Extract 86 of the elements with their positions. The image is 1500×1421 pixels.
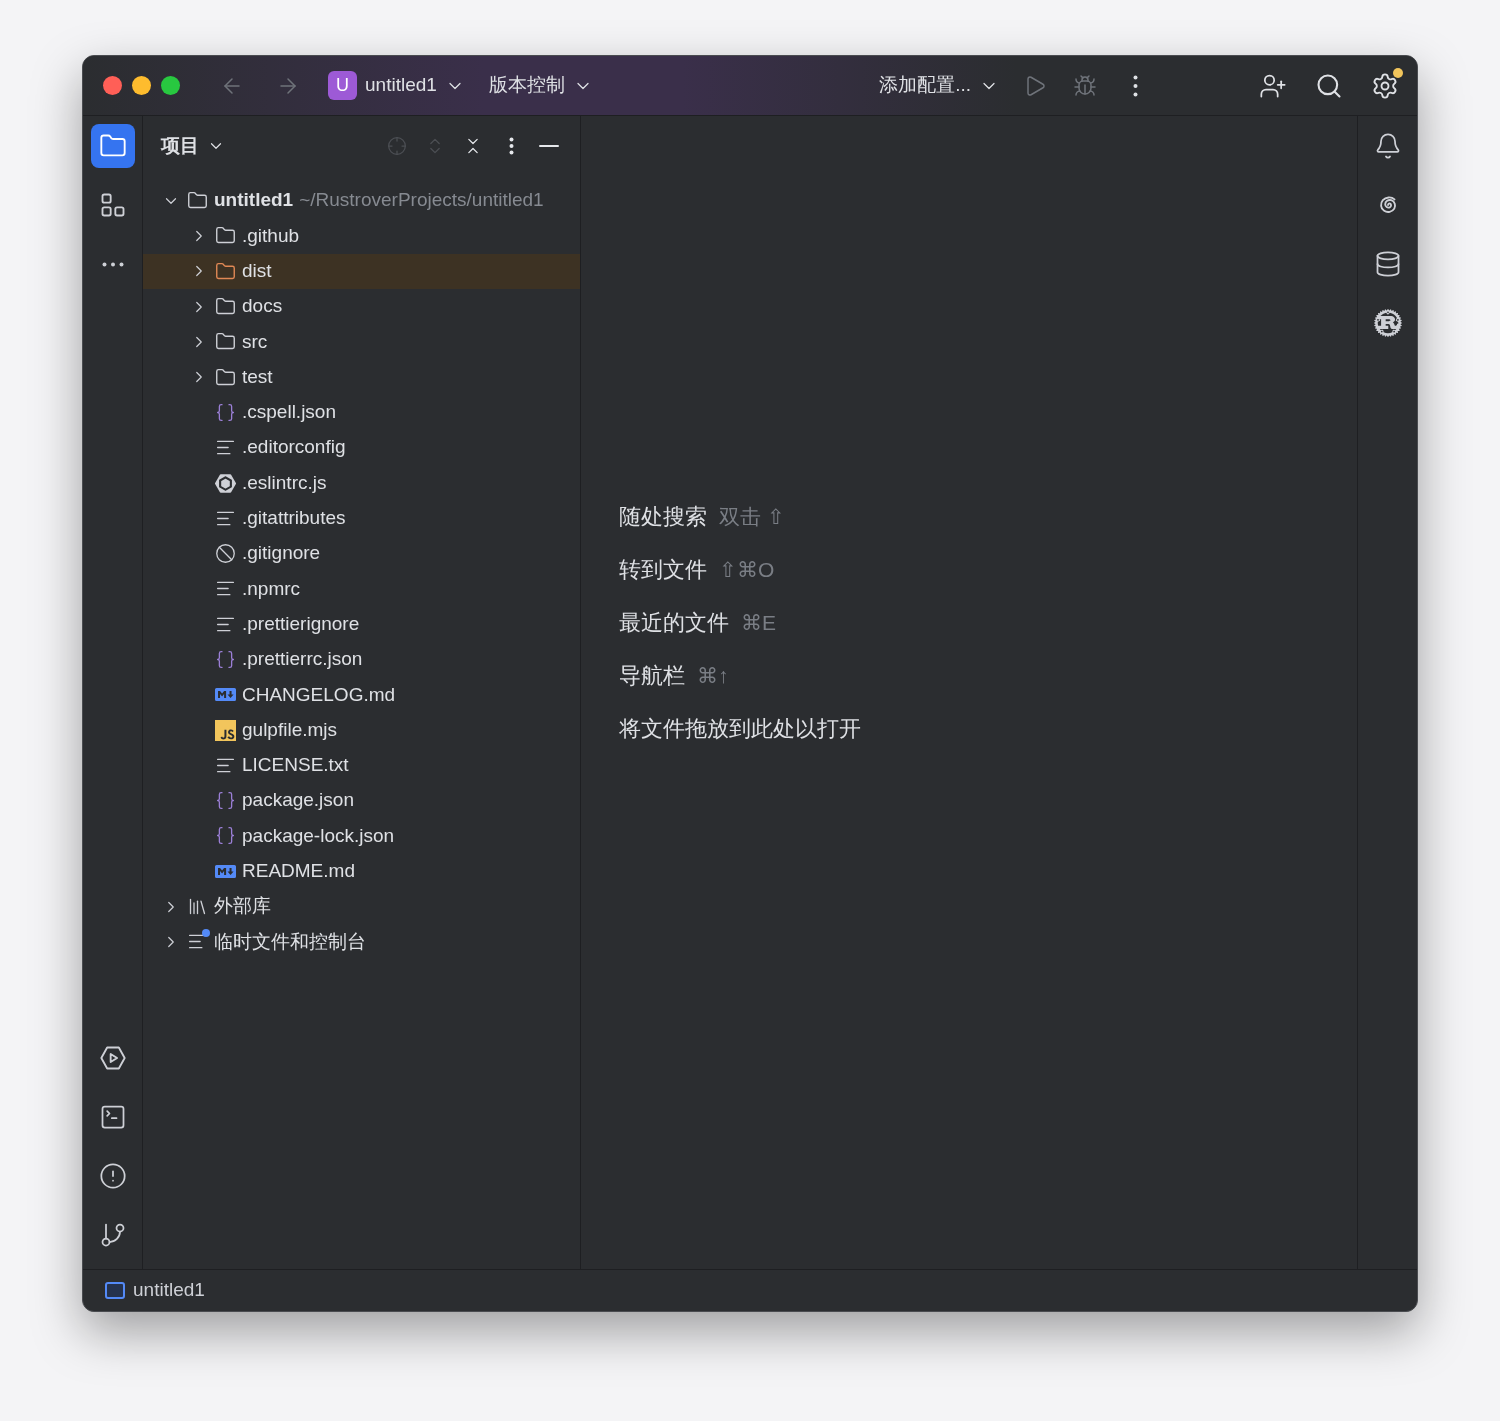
zoom-button[interactable] (161, 76, 180, 95)
warning-icon (98, 1162, 127, 1190)
tree-row[interactable]: .eslintrc.js (143, 465, 580, 501)
tree-item-label: README.md (242, 859, 355, 884)
tree-item-label: .editorconfig (242, 435, 346, 460)
status-project-name[interactable]: untitled1 (133, 1276, 205, 1305)
tree-item-label: CHANGELOG.md (242, 682, 396, 707)
project-switcher[interactable]: U untitled1 (328, 71, 465, 100)
tree-row[interactable]: docs (143, 288, 580, 325)
vcs-menu[interactable]: 版本控制 (488, 71, 593, 100)
update-badge (1393, 67, 1403, 78)
tree-item-label: .cspell.json (242, 400, 336, 425)
tree-item-label: untitled1 (214, 188, 294, 213)
tree-row[interactable]: package.json (143, 783, 580, 819)
run-icon (98, 1044, 127, 1072)
tree-row[interactable]: CHANGELOG.md (143, 677, 580, 713)
tree-item-label: docs (242, 294, 283, 319)
project-name: untitled1 (365, 73, 437, 98)
tree-row[interactable]: untitled1 ~/RustroverProjects/untitled1 (143, 183, 580, 219)
tree-item-path: ~/RustroverProjects/untitled1 (299, 188, 544, 213)
tree-item-label: 外部库 (214, 894, 271, 919)
minimize-icon (539, 145, 559, 147)
tree-item-label: .github (242, 223, 300, 248)
rust-icon (1373, 309, 1402, 337)
braces-icon (215, 825, 236, 847)
tree-item-label: src (242, 329, 268, 354)
panel-title-menu[interactable]: 项目 (161, 131, 225, 161)
bug-icon (1073, 73, 1097, 98)
tree-item-label: gulpfile.mjs (242, 717, 338, 742)
hint-action: 转到文件 (619, 556, 707, 584)
hint-shortcut: 双击 ⇧ (719, 503, 785, 530)
tree-row[interactable]: .gitignore (143, 535, 580, 572)
tree-row[interactable]: gulpfile.mjs (143, 712, 580, 748)
tree-row[interactable]: .editorconfig (143, 430, 580, 466)
tree-row[interactable]: LICENSE.txt (143, 747, 580, 784)
minimize-button[interactable] (132, 76, 151, 95)
braces-icon (215, 401, 236, 423)
tree-row[interactable]: dist (143, 253, 580, 289)
hint-shortcut: ⇧⌘O (719, 556, 775, 583)
hint-action: 将文件拖放到此处以打开 (619, 715, 861, 743)
hint-action: 随处搜索 (619, 503, 707, 531)
more-icon (508, 137, 514, 155)
ban-icon (215, 543, 236, 565)
tree-row[interactable]: .npmrc (143, 571, 580, 607)
folder-icon (215, 260, 236, 282)
tree-row[interactable]: test (143, 359, 580, 395)
project-badge: U (328, 71, 357, 100)
run-config-menu[interactable]: 添加配置... (879, 71, 999, 100)
tree-row[interactable]: 临时文件和控制台 (143, 924, 580, 960)
tree-row[interactable]: README.md (143, 853, 580, 889)
tree-row[interactable]: .prettierrc.json (143, 641, 580, 678)
tree-row[interactable]: src (143, 324, 580, 360)
tree-row[interactable]: 外部库 (143, 888, 580, 925)
tree-item-label: .prettierignore (242, 611, 360, 636)
hint-shortcut: ⌘↑ (697, 662, 729, 689)
more-icon (1132, 74, 1138, 97)
hint-shortcut: ⌘E (741, 609, 776, 636)
braces-icon (215, 790, 236, 812)
js-file-icon (215, 719, 236, 741)
tree-row[interactable]: .gitattributes (143, 500, 580, 536)
tree-item-label: 临时文件和控制台 (214, 929, 366, 954)
hexagon-icon (215, 472, 236, 494)
tree-item-label: LICENSE.txt (242, 753, 349, 778)
tree-row[interactable]: .prettierignore (143, 606, 580, 642)
tree-row[interactable]: package-lock.json (143, 818, 580, 854)
search-icon (1315, 71, 1343, 100)
tree-item-label: dist (242, 259, 272, 283)
tree-row[interactable]: .github (143, 218, 580, 254)
project-tool-button[interactable] (90, 124, 135, 168)
tree-item-label: package-lock.json (242, 823, 395, 848)
hint-action: 最近的文件 (619, 609, 729, 637)
tree-row[interactable]: .cspell.json (143, 394, 580, 431)
hint-action: 导航栏 (619, 662, 685, 690)
tree-item-label: test (242, 364, 273, 389)
window-icon (105, 1282, 125, 1299)
tree-item-label: package.json (242, 788, 354, 813)
settings-icon (1371, 71, 1399, 100)
braces-icon (215, 649, 236, 670)
folder-icon (215, 366, 236, 388)
tree-item-label: .eslintrc.js (242, 470, 327, 495)
tree-item-label: .gitattributes (242, 506, 346, 531)
more-icon (101, 261, 124, 267)
close-button[interactable] (103, 76, 122, 95)
tree-item-label: .npmrc (242, 576, 301, 601)
tree-item-label: .prettierrc.json (242, 647, 363, 672)
tree-item-label: .gitignore (242, 541, 321, 566)
